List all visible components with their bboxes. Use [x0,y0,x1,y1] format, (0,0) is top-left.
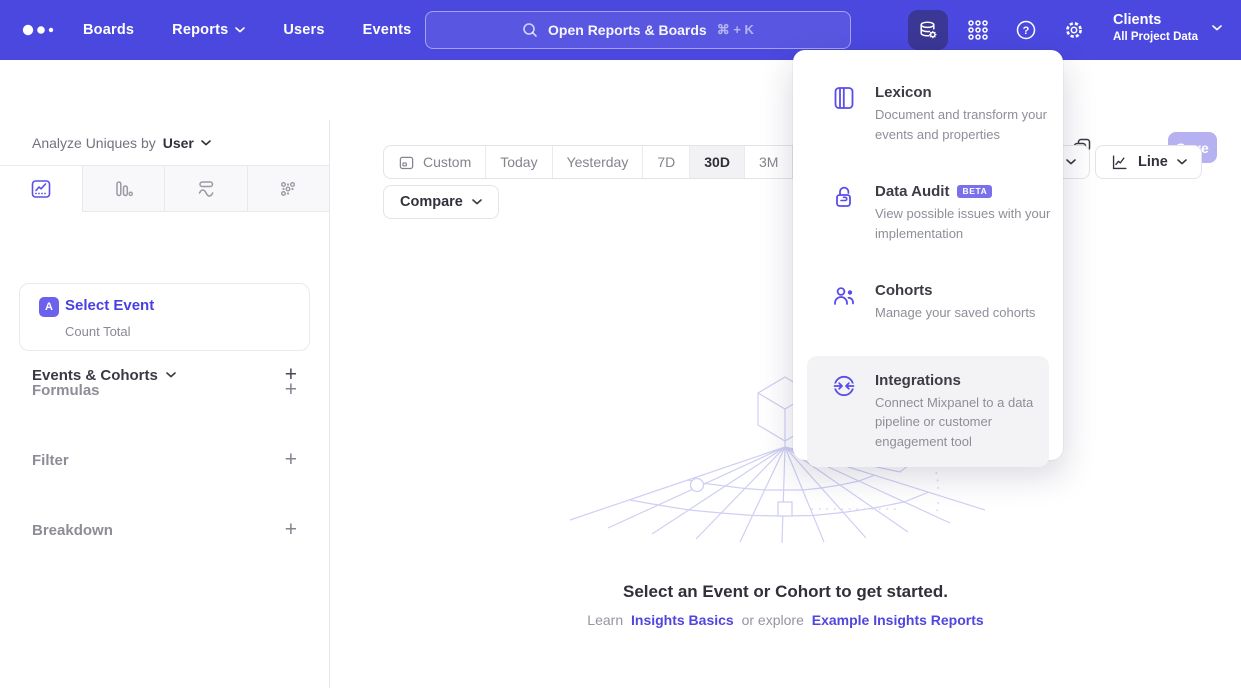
date-range-yesterday[interactable]: Yesterday [553,146,644,178]
project-name: All Project Data [1113,30,1198,45]
apps-grid-button[interactable] [958,10,998,50]
tab-flows-chart[interactable] [164,166,247,212]
gear-icon [1062,18,1086,42]
settings-button[interactable] [1054,10,1094,50]
filter-label: Filter [32,452,69,469]
chevron-down-icon [235,27,245,33]
count-total-label[interactable]: Count Total [65,324,131,339]
date-range-custom[interactable]: Custom [384,146,486,178]
empty-state-heading: Select an Event or Cohort to get started… [330,582,1241,602]
analyze-value: User [163,135,194,151]
formulas-label: Formulas [32,382,100,399]
help-icon: ? [1014,18,1038,42]
data-audit-lock-icon [831,184,857,210]
nav-item-users[interactable]: Users [283,22,324,38]
empty-state-links: Learn Insights Basics or explore Example… [330,612,1241,628]
chart-type-tabs [0,165,329,212]
menu-item-desc: Manage your saved cohorts [875,303,1053,323]
search-label: Open Reports & Boards [548,22,707,38]
database-gear-icon [916,18,940,42]
or-explore-text: or explore [742,612,804,628]
global-search[interactable]: Open Reports & Boards ⌘ + K [425,11,851,49]
add-filter-button[interactable]: + [285,450,297,470]
bar-chart-icon [111,177,135,201]
menu-item-desc: Document and transform your events and p… [875,105,1053,144]
chevron-down-icon [1066,159,1076,165]
chevron-down-icon [472,199,482,205]
project-switcher[interactable]: Clients All Project Data [1113,11,1222,45]
lexicon-book-icon [831,85,857,111]
dots-grid-icon [276,177,300,201]
nav-item-boards[interactable]: Boards [83,22,134,38]
search-icon [522,22,538,38]
cohorts-people-icon [831,283,857,309]
date-range-today[interactable]: Today [486,146,552,178]
apps-grid-icon [966,18,990,42]
menu-item-title: Integrations [875,372,1053,389]
date-range-3m[interactable]: 3M [745,146,793,178]
mixpanel-logo-icon[interactable] [22,24,56,36]
analyze-prefix-label: Analyze Uniques by [32,135,156,151]
help-button[interactable]: ? [1006,10,1046,50]
data-management-popover: Lexicon Document and transform your even… [793,50,1063,460]
menu-item-title: Lexicon [875,84,1053,101]
tab-bar-chart[interactable] [82,166,165,212]
query-builder-sidebar: Analyze Uniques by User [0,120,330,688]
select-event-label[interactable]: Select Event [65,297,154,314]
insights-report-page: Boards Reports Users Events Open Reports… [0,0,1241,688]
menu-item-data-audit[interactable]: Data Audit BETA View possible issues wit… [807,177,1049,249]
tab-metrics-grid[interactable] [247,166,330,212]
org-name: Clients [1113,11,1198,30]
menu-item-desc: Connect Mixpanel to a data pipeline or c… [875,393,1053,452]
learn-prefix: Learn [587,612,623,628]
analyze-by-selector[interactable]: User [163,135,211,151]
line-chart-icon [29,177,53,201]
search-shortcut: ⌘ + K [717,22,754,38]
date-range-30d[interactable]: 30D [690,146,745,178]
data-management-button[interactable] [908,10,948,50]
menu-item-cohorts[interactable]: Cohorts Manage your saved cohorts [807,276,1049,329]
calendar-icon [398,154,415,171]
flows-icon [194,177,218,201]
integrations-sync-icon [831,373,857,399]
analyze-row: Analyze Uniques by User [0,120,329,165]
chart-style-button[interactable]: Line [1095,145,1202,179]
svg-text:?: ? [1023,25,1030,37]
nav-item-reports[interactable]: Reports [172,22,245,38]
tab-line-chart[interactable] [0,166,82,212]
example-reports-link[interactable]: Example Insights Reports [812,612,984,628]
add-breakdown-button[interactable]: + [285,520,297,540]
insights-basics-link[interactable]: Insights Basics [631,612,734,628]
menu-item-title: Data Audit BETA [875,183,1053,200]
chevron-down-icon [1177,159,1187,165]
event-badge: A [39,297,59,317]
breakdown-label: Breakdown [32,522,113,539]
menu-item-title: Cohorts [875,282,1053,299]
add-formula-button[interactable]: + [285,380,297,400]
event-row-card[interactable]: A Select Event Count Total [19,283,310,351]
chevron-down-icon [1212,25,1222,31]
compare-button[interactable]: Compare [383,185,499,219]
menu-item-integrations[interactable]: Integrations Connect Mixpanel to a data … [807,356,1049,468]
menu-item-lexicon[interactable]: Lexicon Document and transform your even… [807,78,1049,150]
nav-links: Boards Reports Users Events [83,0,411,60]
nav-item-events[interactable]: Events [363,22,412,38]
menu-item-desc: View possible issues with your implement… [875,204,1053,243]
chevron-down-icon [201,140,211,146]
line-style-icon [1110,153,1129,172]
date-range-7d[interactable]: 7D [643,146,690,178]
filter-section: Filter + [0,448,329,472]
breakdown-section: Breakdown + [0,518,329,542]
formulas-section: Formulas + [0,378,329,402]
beta-badge: BETA [957,185,992,199]
